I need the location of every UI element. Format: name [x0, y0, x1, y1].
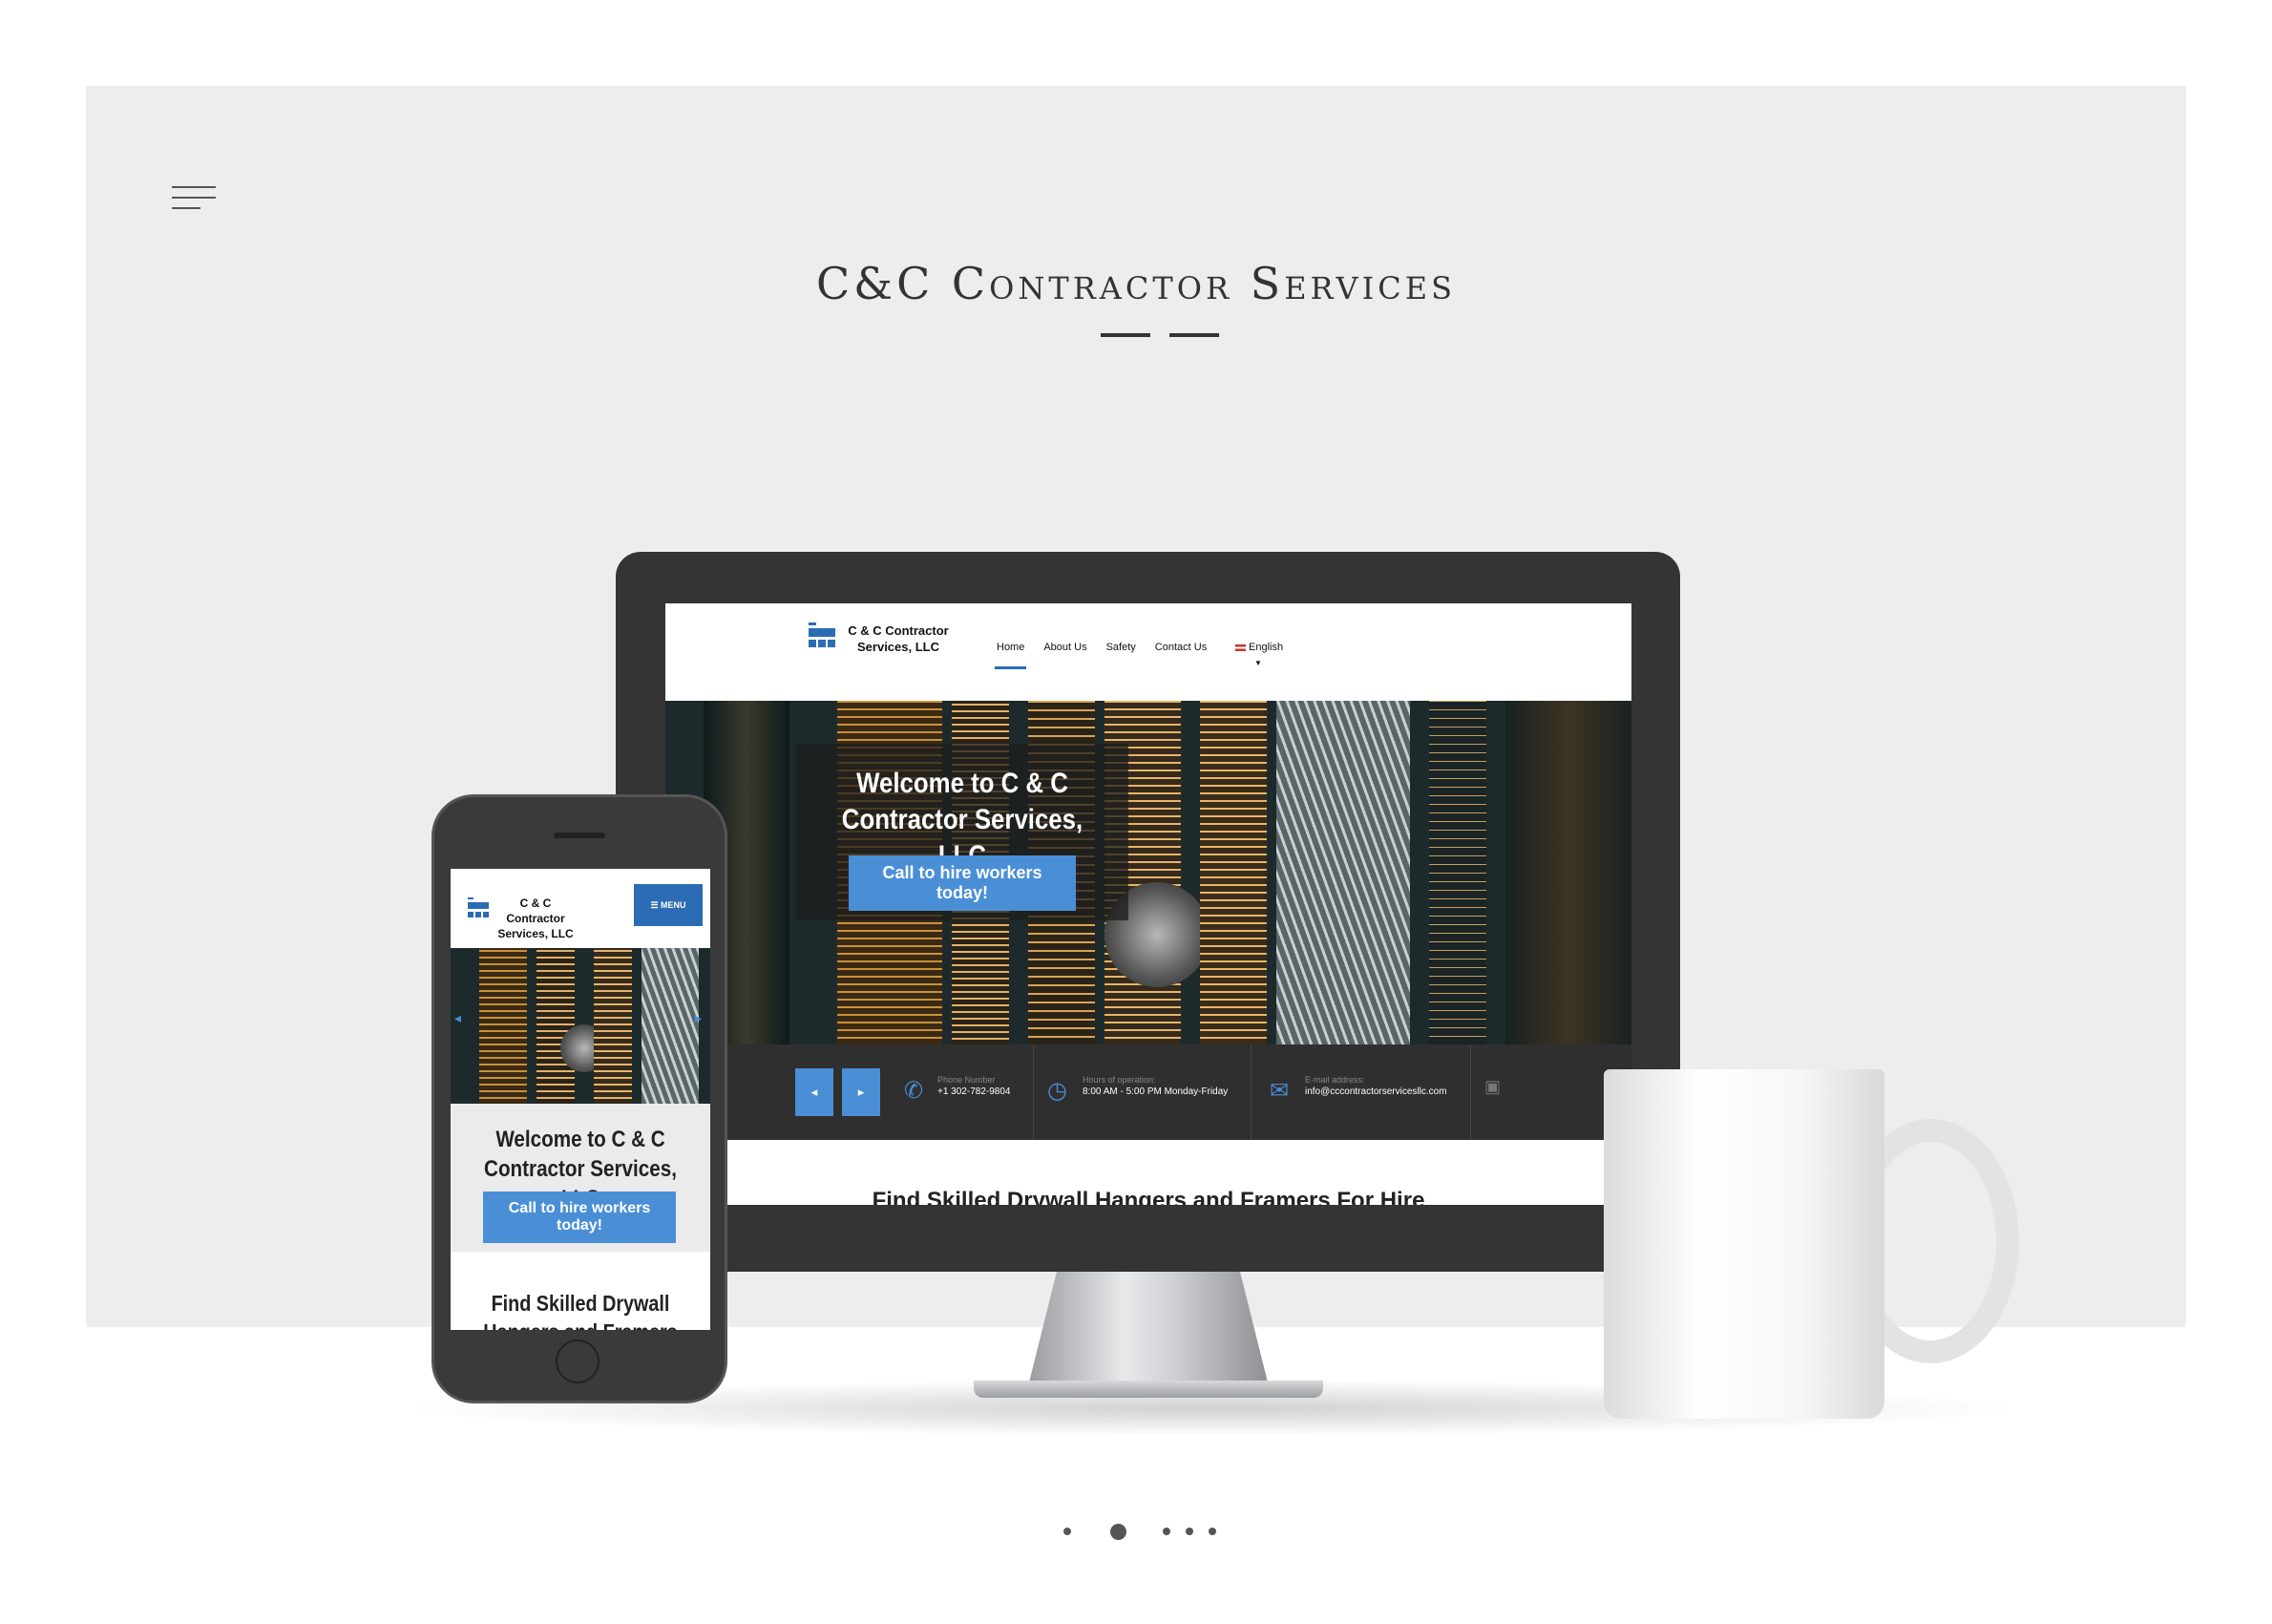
phone-speaker: [554, 833, 605, 838]
phone-home-button[interactable]: [556, 1339, 600, 1383]
linkedin-icon[interactable]: ▣: [1484, 1077, 1501, 1097]
desktop-screen: C & C Contractor Services, LLC Home Abou…: [665, 603, 1631, 1205]
main-nav: Home About Us Safety Contact Us: [994, 642, 1226, 669]
section-title: Find Skilled Drywall Hangers and Framers…: [483, 1291, 677, 1330]
monitor-chin: [665, 1205, 1631, 1272]
welcome-section: Welcome to C & C Contractor Services, LL…: [451, 1104, 710, 1252]
us-flag-icon: [1235, 643, 1246, 651]
page-title: C&C Contractor Services: [815, 258, 1457, 309]
phone-info: Phone Number +1 302-782-9804: [937, 1075, 1011, 1097]
logo-text[interactable]: C & C Contractor Services, LLC: [493, 896, 579, 941]
section-title: Find Skilled Drywall Hangers and Framers…: [872, 1188, 1425, 1205]
monitor-base: [974, 1381, 1323, 1398]
hamburger-menu-icon[interactable]: [172, 184, 216, 213]
carousel-dot[interactable]: [1209, 1528, 1216, 1535]
carousel-dot[interactable]: [1186, 1528, 1193, 1535]
carousel-dot[interactable]: [1163, 1528, 1170, 1535]
carousel-dot-active[interactable]: [1110, 1524, 1126, 1540]
logo-icon: [809, 622, 835, 653]
nav-about-us[interactable]: About Us: [1043, 642, 1086, 653]
title-divider: [1169, 333, 1219, 337]
call-to-hire-button[interactable]: Call to hire workers today!: [849, 855, 1076, 911]
nav-home[interactable]: Home: [994, 642, 1027, 669]
hero-image: ◂ ▸: [451, 948, 710, 1104]
nav-safety[interactable]: Safety: [1106, 642, 1136, 653]
chevron-left-icon[interactable]: ◂: [454, 1010, 461, 1026]
mobile-menu-button[interactable]: ☰ MENU: [634, 884, 703, 926]
site-header: C & C Contractor Services, LLC Home Abou…: [665, 603, 1631, 701]
monitor-stand: [1029, 1268, 1268, 1382]
chevron-right-icon[interactable]: ▸: [695, 1010, 702, 1026]
clock-icon: ◷: [1047, 1078, 1067, 1104]
call-to-hire-button[interactable]: Call to hire workers today!: [483, 1192, 676, 1243]
logo-text[interactable]: C & C Contractor Services, LLC: [847, 622, 950, 655]
nav-contact-us[interactable]: Contact Us: [1155, 642, 1207, 653]
email-icon: ✉: [1270, 1078, 1290, 1104]
carousel-pagination: [0, 1524, 2272, 1543]
info-bar: ◂ ▸ ✆ Phone Number +1 302-782-9804 ◷ Hou…: [665, 1044, 1631, 1140]
mobile-screen: C & C Contractor Services, LLC ☰ MENU ◂ …: [451, 869, 710, 1330]
chevron-down-icon: ▼: [1254, 659, 1262, 667]
hours-info: Hours of operation: 8:00 AM - 5:00 PM Mo…: [1083, 1075, 1229, 1097]
hero-image: Welcome to C & C Contractor Services, LL…: [665, 701, 1631, 1044]
logo-icon: [468, 897, 489, 922]
slider-prev-button[interactable]: ◂: [795, 1068, 833, 1116]
content-section: Find Skilled Drywall Hangers and Framers…: [723, 1140, 1574, 1205]
email-info[interactable]: E-mail address: info@cccontractorservice…: [1305, 1075, 1447, 1097]
slider-next-button[interactable]: ▸: [842, 1068, 880, 1116]
carousel-dot[interactable]: [1063, 1528, 1071, 1535]
coffee-mug: [1604, 1069, 1884, 1419]
phone-icon: ✆: [904, 1078, 924, 1104]
title-divider: [1101, 333, 1150, 337]
language-selector[interactable]: English ▼: [1235, 642, 1283, 667]
